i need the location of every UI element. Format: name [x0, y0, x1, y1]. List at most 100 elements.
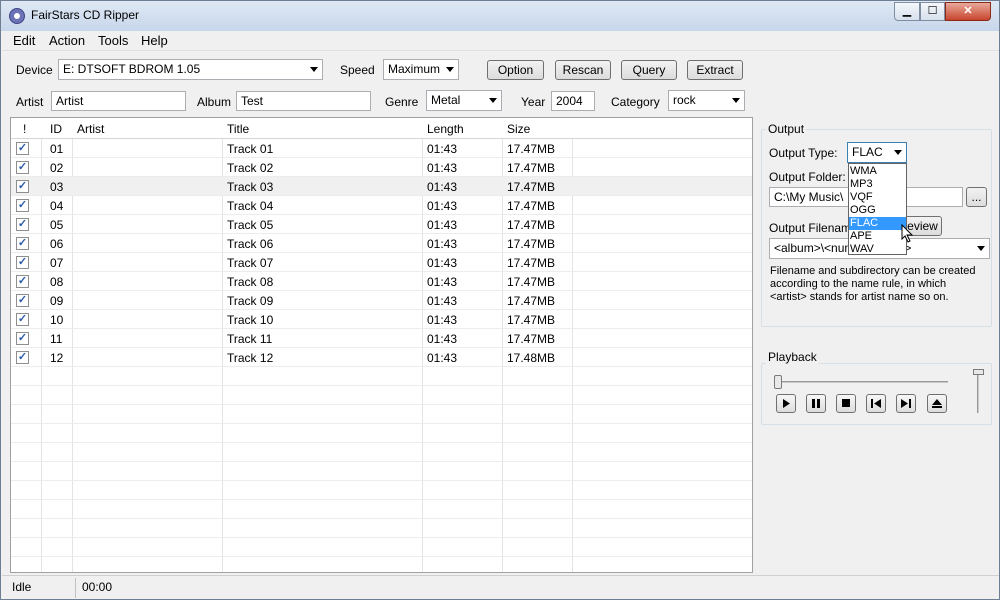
option-ogg[interactable]: OGG	[849, 204, 906, 217]
table-row[interactable]: ✓ 09 Track 09 01:43 17.47MB	[11, 291, 753, 310]
next-button[interactable]	[896, 394, 916, 413]
status-state: Idle	[12, 580, 31, 594]
option-wma[interactable]: WMA	[849, 165, 906, 178]
output-folder-label: Output Folder:	[769, 170, 846, 184]
speed-select[interactable]: Maximum	[383, 59, 459, 80]
track-size: 17.47MB	[507, 218, 555, 232]
header-size[interactable]: Size	[507, 122, 530, 136]
track-size: 17.47MB	[507, 161, 555, 175]
device-select[interactable]: E: DTSOFT BDROM 1.05	[58, 59, 323, 80]
header-check[interactable]: !	[23, 122, 26, 136]
app-window: FairStars CD Ripper ▁ ☐ ✕ Edit Action To…	[0, 0, 1000, 600]
pause-icon	[807, 395, 825, 412]
option-flac[interactable]: FLAC	[849, 217, 906, 230]
menu-help[interactable]: Help	[141, 33, 168, 48]
output-type-value: FLAC	[852, 145, 883, 159]
menu-tools[interactable]: Tools	[98, 33, 128, 48]
track-checkbox[interactable]: ✓	[16, 161, 29, 174]
table-row[interactable]: ✓ 07 Track 07 01:43 17.47MB	[11, 253, 753, 272]
track-title: Track 08	[227, 275, 273, 289]
artist-input[interactable]: Artist	[51, 91, 186, 111]
category-select[interactable]: rock	[668, 90, 745, 111]
close-button[interactable]: ✕	[945, 2, 991, 21]
track-size: 17.47MB	[507, 294, 555, 308]
track-length: 01:43	[427, 199, 457, 213]
pause-button[interactable]	[806, 394, 826, 413]
genre-label: Genre	[385, 95, 418, 109]
rescan-button[interactable]: Rescan	[555, 60, 611, 80]
table-row[interactable]: ✓ 04 Track 04 01:43 17.47MB	[11, 196, 753, 215]
empty-row	[11, 481, 753, 500]
track-title: Track 01	[227, 142, 273, 156]
seek-slider-handle[interactable]	[774, 375, 782, 389]
play-button[interactable]	[776, 394, 796, 413]
volume-slider-handle[interactable]	[973, 369, 984, 375]
track-checkbox[interactable]: ✓	[16, 256, 29, 269]
option-wav[interactable]: WAV	[849, 243, 906, 256]
volume-track[interactable]	[977, 371, 979, 413]
genre-select[interactable]: Metal	[426, 90, 502, 111]
option-button[interactable]: Option	[487, 60, 544, 80]
empty-row	[11, 367, 753, 386]
app-logo-icon	[9, 8, 25, 24]
track-length: 01:43	[427, 180, 457, 194]
track-size: 17.47MB	[507, 256, 555, 270]
status-divider	[75, 578, 76, 598]
header-id[interactable]: ID	[50, 122, 62, 136]
track-checkbox[interactable]: ✓	[16, 294, 29, 307]
option-ape[interactable]: APE	[849, 230, 906, 243]
table-row[interactable]: ✓ 06 Track 06 01:43 17.47MB	[11, 234, 753, 253]
track-id: 05	[50, 218, 63, 232]
eject-button[interactable]	[927, 394, 947, 413]
album-input[interactable]: Test	[236, 91, 371, 111]
filename-help-text: Filename and subdirectory can be created…	[770, 265, 985, 304]
track-checkbox[interactable]: ✓	[16, 351, 29, 364]
track-checkbox[interactable]: ✓	[16, 199, 29, 212]
previous-button[interactable]	[866, 394, 886, 413]
seek-track[interactable]	[776, 381, 948, 383]
track-checkbox[interactable]: ✓	[16, 313, 29, 326]
output-group-title: Output	[766, 122, 806, 136]
track-size: 17.48MB	[507, 351, 555, 365]
query-button[interactable]: Query	[621, 60, 677, 80]
track-title: Track 03	[227, 180, 273, 194]
header-length[interactable]: Length	[427, 122, 464, 136]
menu-action[interactable]: Action	[49, 33, 85, 48]
table-row[interactable]: ✓ 02 Track 02 01:43 17.47MB	[11, 158, 753, 177]
header-artist[interactable]: Artist	[77, 122, 104, 136]
output-type-dropdown[interactable]: WMA MP3 VQF OGG FLAC APE WAV	[848, 163, 907, 255]
chevron-down-icon	[732, 98, 740, 103]
track-size: 17.47MB	[507, 237, 555, 251]
table-row[interactable]: ✓ 01 Track 01 01:43 17.47MB	[11, 139, 753, 158]
track-checkbox[interactable]: ✓	[16, 237, 29, 250]
track-checkbox[interactable]: ✓	[16, 142, 29, 155]
empty-row	[11, 538, 753, 557]
table-row[interactable]: ✓ 03 Track 03 01:43 17.47MB	[11, 177, 753, 196]
track-checkbox[interactable]: ✓	[16, 332, 29, 345]
window-title: FairStars CD Ripper	[31, 8, 139, 22]
track-title: Track 10	[227, 313, 273, 327]
browse-folder-button[interactable]: ...	[966, 187, 987, 207]
extract-button[interactable]: Extract	[687, 60, 743, 80]
minimize-button[interactable]: ▁	[894, 2, 920, 21]
stop-button[interactable]	[836, 394, 856, 413]
table-row[interactable]: ✓ 12 Track 12 01:43 17.48MB	[11, 348, 753, 367]
maximize-button[interactable]: ☐	[920, 2, 945, 21]
year-input[interactable]: 2004	[551, 91, 595, 111]
output-type-select[interactable]: FLAC	[847, 142, 907, 163]
track-table[interactable]: ! ID Artist Title Length Size ✓ 01 Track…	[10, 117, 753, 573]
option-mp3[interactable]: MP3	[849, 178, 906, 191]
track-checkbox[interactable]: ✓	[16, 275, 29, 288]
option-vqf[interactable]: VQF	[849, 191, 906, 204]
chevron-down-icon	[446, 67, 454, 72]
table-row[interactable]: ✓ 10 Track 10 01:43 17.47MB	[11, 310, 753, 329]
menu-edit[interactable]: Edit	[13, 33, 35, 48]
track-checkbox[interactable]: ✓	[16, 218, 29, 231]
table-row[interactable]: ✓ 11 Track 11 01:43 17.47MB	[11, 329, 753, 348]
empty-row	[11, 443, 753, 462]
track-id: 10	[50, 313, 63, 327]
track-checkbox[interactable]: ✓	[16, 180, 29, 193]
table-row[interactable]: ✓ 08 Track 08 01:43 17.47MB	[11, 272, 753, 291]
table-row[interactable]: ✓ 05 Track 05 01:43 17.47MB	[11, 215, 753, 234]
header-title[interactable]: Title	[227, 122, 249, 136]
